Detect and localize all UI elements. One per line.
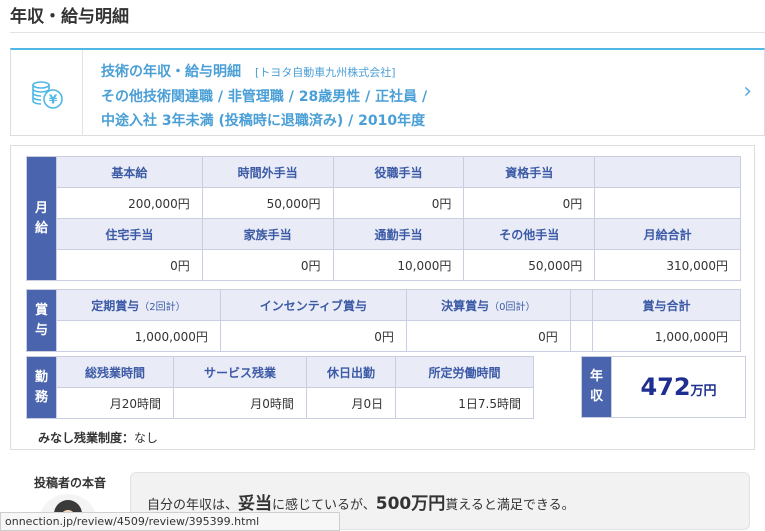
header-bonus-empty [569, 289, 594, 321]
value-housing: 0円 [56, 249, 203, 281]
value-bonus-total: 1,000,000円 [592, 320, 741, 352]
value-incentive-bonus: 0円 [219, 320, 407, 352]
header-housing: 住宅手当 [56, 218, 203, 250]
opinion-emphasis-amount: 500万円 [375, 494, 446, 514]
header-bonus-total: 賞与合計 [592, 289, 741, 321]
bonus-table: 賞与 定期賞与（2回計） インセンティブ賞与 決算賞与（0回計） 賞与合計 1,… [26, 289, 741, 352]
regular-bonus-note: （2回計） [139, 301, 186, 313]
value-empty [594, 187, 741, 219]
value-holiday-work: 月0日 [305, 387, 397, 419]
bonus-side-label: 賞与 [26, 289, 57, 352]
value-family: 0円 [201, 249, 334, 281]
deemed-overtime-label: みなし残業制度： [38, 431, 135, 445]
annual-amount-value: 472 [640, 373, 691, 401]
header-qualification: 資格手当 [463, 156, 596, 188]
value-overtime: 50,000円 [201, 187, 334, 219]
value-base-salary: 200,000円 [56, 187, 203, 219]
header-settlement-bonus: 決算賞与（0回計） [405, 289, 571, 321]
annual-amount: 472万円 [611, 356, 746, 418]
annual-amount-unit: 万円 [690, 384, 717, 399]
regular-bonus-label: 定期賞与 [91, 298, 140, 313]
header-total-overtime: 総残業時間 [56, 356, 174, 388]
value-qualification: 0円 [463, 187, 596, 219]
opinion-emphasis-fair: 妥当 [238, 494, 273, 514]
card-line-2: その他技術関連職 / 非管理職 / 28歳男性 / 正社員 / [101, 89, 428, 105]
opinion-text-1: 自分の年収は、 [147, 498, 239, 513]
header-family: 家族手当 [201, 218, 334, 250]
monthly-salary-table: 月給 基本給 時間外手当 役職手当 資格手当 200,000円 50,000円 … [26, 156, 741, 281]
header-monthly-total: 月給合計 [594, 218, 741, 250]
opinion-text-3: 貰えると満足できる。 [445, 498, 575, 513]
header-overtime: 時間外手当 [201, 156, 334, 188]
annual-side-label: 年収 [581, 356, 612, 418]
monthly-side-label: 月給 [26, 156, 57, 281]
card-company: [トヨタ自動車九州株式会社] [255, 66, 396, 79]
header-base-salary: 基本給 [56, 156, 203, 188]
value-monthly-total: 310,000円 [594, 249, 741, 281]
chevron-right-icon[interactable]: › [743, 80, 752, 104]
annual-income-box: 年収 472万円 [581, 356, 746, 418]
salary-detail-panel: 月給 基本給 時間外手当 役職手当 資格手当 200,000円 50,000円 … [10, 145, 755, 450]
opinion-text-2: に感じているが、 [272, 498, 376, 513]
value-position: 0円 [332, 187, 465, 219]
value-commute: 10,000円 [332, 249, 465, 281]
header-incentive-bonus: インセンティブ賞与 [219, 289, 407, 321]
value-bonus-empty [569, 320, 594, 352]
poster-opinion-label: 投稿者の本音 [34, 476, 107, 490]
value-regular-bonus: 1,000,000円 [56, 320, 221, 352]
value-settlement-bonus: 0円 [405, 320, 571, 352]
deemed-overtime-value: なし [134, 431, 159, 445]
coins-yen-icon: ¥ [31, 81, 63, 109]
work-side-label: 勤務 [26, 356, 57, 419]
value-other: 50,000円 [463, 249, 596, 281]
header-commute: 通勤手当 [332, 218, 465, 250]
header-other: その他手当 [463, 218, 596, 250]
card-icon-cell: ¥ [11, 50, 83, 136]
card-job-category: 技術の年収・給与明細 [101, 64, 241, 80]
title-divider [10, 32, 765, 33]
deemed-overtime-row: みなし残業制度：なし [38, 429, 158, 446]
header-holiday-work: 休日出勤 [305, 356, 397, 388]
header-empty [594, 156, 741, 188]
review-summary-card[interactable]: ¥ 技術の年収・給与明細 [トヨタ自動車九州株式会社] その他技術関連職 / 非管… [10, 48, 765, 136]
header-service-overtime: サービス残業 [173, 356, 307, 388]
settlement-bonus-label: 決算賞与 [441, 298, 490, 313]
status-bar-url: onnection.jp/review/4509/review/395399.h… [0, 512, 340, 531]
header-scheduled-hours: 所定労働時間 [395, 356, 534, 388]
card-line-1: 技術の年収・給与明細 [トヨタ自動車九州株式会社] [101, 60, 724, 85]
settlement-bonus-note: （0回計） [489, 301, 536, 313]
work-hours-table: 勤務 総残業時間 サービス残業 休日出勤 所定労働時間 月20時間 月0時間 月… [26, 356, 534, 419]
header-regular-bonus: 定期賞与（2回計） [56, 289, 221, 321]
value-service-overtime: 月0時間 [173, 387, 307, 419]
value-total-overtime: 月20時間 [56, 387, 174, 419]
header-position: 役職手当 [332, 156, 465, 188]
svg-text:¥: ¥ [48, 93, 57, 107]
card-body: 技術の年収・給与明細 [トヨタ自動車九州株式会社] その他技術関連職 / 非管理職… [101, 60, 724, 133]
page-title: 年収・給与明細 [10, 7, 129, 27]
card-line-3: 中途入社 3年未満 (投稿時に退職済み) / 2010年度 [101, 113, 426, 129]
value-scheduled-hours: 1日7.5時間 [395, 387, 534, 419]
